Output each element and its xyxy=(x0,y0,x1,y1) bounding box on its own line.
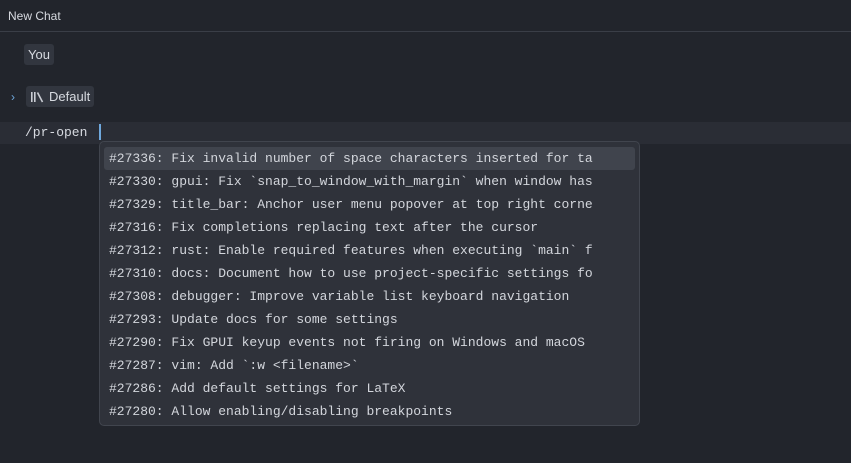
completion-item[interactable]: #27316: Fix completions replacing text a… xyxy=(104,216,635,239)
completion-item[interactable]: #27329: title_bar: Anchor user menu popo… xyxy=(104,193,635,216)
completion-item[interactable]: #27312: rust: Enable required features w… xyxy=(104,239,635,262)
completion-item[interactable]: #27290: Fix GPUI keyup events not firing… xyxy=(104,331,635,354)
profile-chip[interactable]: Default xyxy=(26,86,95,107)
completion-item[interactable]: #27330: gpui: Fix `snap_to_window_with_m… xyxy=(104,170,635,193)
completion-item[interactable]: #27287: vim: Add `:w <filename>` xyxy=(104,354,635,377)
completion-item[interactable]: #27336: Fix invalid number of space char… xyxy=(104,147,635,170)
message-author-label: You xyxy=(24,44,54,65)
completion-item[interactable]: #27310: docs: Document how to use projec… xyxy=(104,262,635,285)
window-title: New Chat xyxy=(8,9,61,23)
completion-item[interactable]: #27280: Allow enabling/disabling breakpo… xyxy=(104,400,635,423)
completion-item[interactable]: #27293: Update docs for some settings xyxy=(104,308,635,331)
chevron-right-icon[interactable]: › xyxy=(8,86,18,107)
completion-item[interactable]: #27286: Add default settings for LaTeX xyxy=(104,377,635,400)
text-cursor xyxy=(99,124,101,140)
message-input-value[interactable]: /pr-open xyxy=(25,125,87,140)
profile-row[interactable]: › Default xyxy=(8,86,95,107)
completion-menu[interactable]: #27336: Fix invalid number of space char… xyxy=(99,141,640,426)
profile-name: Default xyxy=(49,89,91,104)
title-bar: New Chat xyxy=(0,0,851,32)
library-icon xyxy=(31,91,44,102)
completion-item[interactable]: #27308: debugger: Improve variable list … xyxy=(104,285,635,308)
